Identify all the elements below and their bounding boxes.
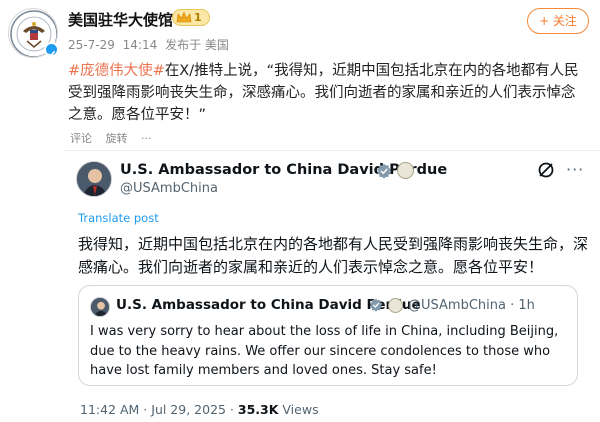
quoted-handle-time: @USAmbChina · 1h bbox=[408, 298, 535, 313]
translate-post-link[interactable]: Translate post bbox=[78, 211, 159, 225]
post-source: 发布于 美国 bbox=[165, 38, 229, 52]
grok-icon[interactable] bbox=[537, 161, 555, 179]
quoted-post[interactable]: U.S. Ambassador to China David Perdue @U… bbox=[78, 285, 578, 386]
x-post-footer: 11:42 AM · Jul 29, 2025 · 35.3K Views bbox=[80, 402, 319, 417]
image-toolbar: 评论 旋转 ··· bbox=[70, 130, 320, 150]
post-time[interactable]: 14:14 bbox=[123, 38, 158, 52]
government-seal-icon bbox=[397, 162, 414, 179]
crown-icon bbox=[176, 11, 192, 23]
weibo-post-text: #庞德伟大使#在X/推特上说，“我得知，近期中国包括北京在内的各地都有人民受到强… bbox=[68, 60, 588, 126]
toolbar-rotate[interactable]: 旋转 bbox=[106, 132, 128, 145]
x-post-text: 我得知，近期中国包括北京在内的各地都有人民受到强降雨影响丧失生命，深感痛心。我们… bbox=[78, 235, 589, 276]
toolbar-comment[interactable]: 评论 bbox=[70, 132, 92, 145]
verified-check-icon bbox=[377, 163, 391, 179]
ambassador-portrait-icon bbox=[91, 298, 109, 316]
level-number: 1 bbox=[194, 11, 202, 24]
more-icon[interactable]: ··· bbox=[566, 160, 584, 179]
account-name[interactable]: 美国驻华大使馆 bbox=[68, 9, 173, 30]
toolbar-more[interactable]: ··· bbox=[141, 132, 152, 145]
x-handle[interactable]: @USAmbChina bbox=[120, 181, 218, 196]
quoted-text: I was very sorry to hear about the loss … bbox=[90, 324, 559, 378]
verified-icon bbox=[44, 42, 59, 57]
government-seal-icon bbox=[388, 298, 403, 313]
views-count: 35.3K bbox=[237, 402, 279, 417]
views-label: Views bbox=[278, 402, 319, 417]
post-timestamp[interactable]: 11:42 AM · Jul 29, 2025 · bbox=[80, 402, 238, 417]
weibo-post-header: 美国驻华大使馆 1 25-7-29 14:14 发布于 美国 + 关注 bbox=[0, 0, 600, 62]
hashtag-link[interactable]: #庞德伟大使# bbox=[68, 63, 165, 79]
divider bbox=[64, 150, 600, 151]
quoted-avatar bbox=[90, 297, 110, 317]
post-meta: 25-7-29 14:14 发布于 美国 bbox=[68, 36, 233, 53]
verified-check-icon bbox=[369, 298, 383, 312]
vip-level-badge[interactable]: 1 bbox=[172, 9, 210, 26]
follow-button[interactable]: + 关注 bbox=[527, 8, 589, 34]
x-avatar[interactable] bbox=[76, 161, 112, 197]
post-date[interactable]: 25-7-29 bbox=[68, 38, 115, 52]
